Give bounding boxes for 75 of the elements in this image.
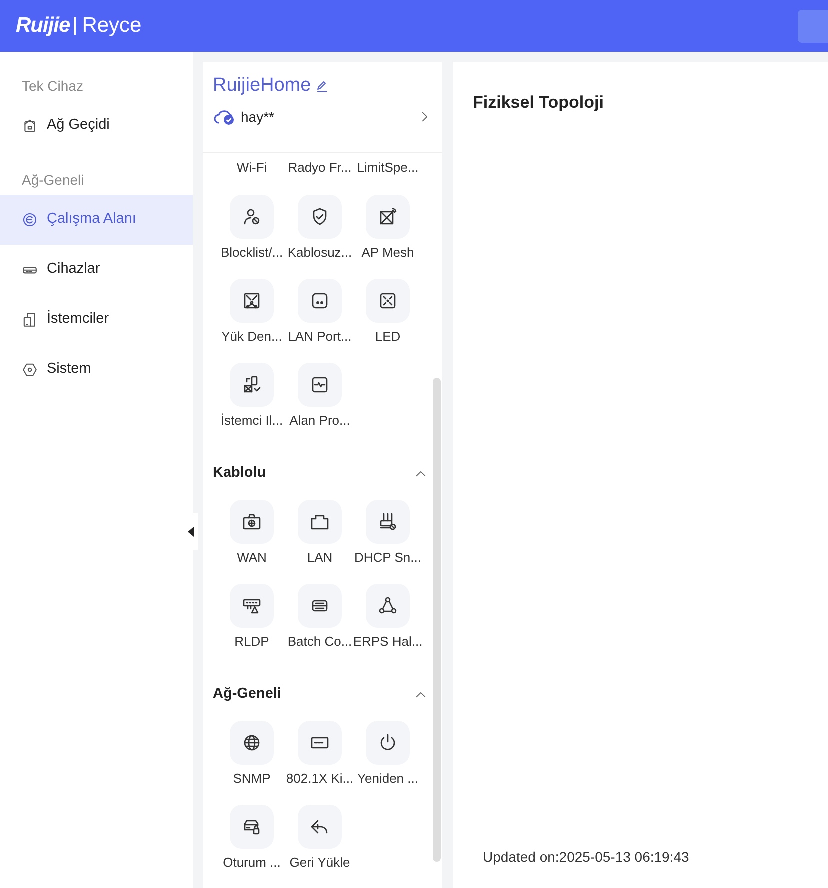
tool-label: LimitSpe... — [356, 159, 420, 177]
edit-icon — [315, 78, 330, 94]
sidebar-item[interactable]: Çalışma Alanı — [0, 195, 193, 245]
tool-label: AP Mesh — [362, 244, 414, 262]
triangle-left-icon — [188, 526, 194, 536]
tool-button[interactable] — [298, 363, 342, 407]
sidebar-item[interactable]: Cihazlar — [0, 245, 193, 295]
tool-label: SNMP — [233, 770, 271, 788]
tool-label: Kablosuz... — [288, 244, 352, 262]
person-block-icon — [242, 207, 262, 227]
account-name: hay** — [241, 108, 276, 127]
tool-button[interactable] — [298, 584, 342, 628]
tool-button[interactable] — [298, 500, 342, 544]
tool-label: Oturum ... — [223, 854, 281, 872]
tool-button[interactable] — [230, 195, 274, 239]
tool-button[interactable] — [366, 721, 410, 765]
tool-label: DHCP Sn... — [354, 549, 422, 567]
tool-label: Batch Co... — [288, 633, 352, 651]
tool-label: Radyo Fr... — [287, 159, 353, 177]
tool-label: Wi-Fi — [236, 159, 268, 177]
tool-button[interactable] — [366, 279, 410, 323]
globe-box-icon — [242, 512, 262, 532]
section-title: Tek Cihaz — [21, 77, 84, 96]
tool-button[interactable] — [230, 279, 274, 323]
ring-nodes-icon — [378, 596, 398, 616]
product-logo: Reyce — [74, 17, 142, 35]
tool-label: LAN Port... — [288, 328, 352, 346]
page-title: Fiziksel Topoloji — [473, 92, 605, 114]
router-block-icon — [378, 512, 398, 532]
tool-button[interactable] — [366, 195, 410, 239]
phone-arrows-icon — [242, 375, 262, 395]
tool-button[interactable] — [230, 721, 274, 765]
tool-button[interactable] — [230, 363, 274, 407]
network-name: RuijieHome — [213, 74, 312, 98]
tool-label: İstemci Il... — [220, 412, 284, 430]
tool-label: Alan Pro... — [290, 412, 350, 430]
group-title: Ağ-Geneli — [213, 685, 282, 704]
sidebar-item[interactable]: Sistem — [0, 345, 193, 395]
power-icon — [378, 733, 398, 753]
tool-button[interactable] — [230, 805, 274, 849]
tool-label: Geri Yükle — [290, 854, 350, 872]
section-title: Ağ-Geneli — [21, 171, 86, 190]
updated-text: Updated on:2025-05-13 06:19:43 — [482, 848, 690, 867]
tool-button[interactable] — [298, 805, 342, 849]
tool-label: RLDP — [234, 633, 270, 651]
group-title: Kablolu — [213, 464, 266, 484]
sidebar-item[interactable]: Ağ Geçidi — [0, 101, 193, 151]
tool-label: WAN — [237, 549, 267, 567]
antenna-box-icon — [378, 207, 398, 227]
tool-label: Blocklist/... — [220, 244, 284, 262]
tool-button[interactable] — [298, 721, 342, 765]
sidebar-item[interactable]: İstemciler — [0, 295, 193, 345]
tool-button[interactable] — [230, 584, 274, 628]
house-icon — [22, 118, 38, 134]
cloud-check-icon — [213, 108, 237, 126]
pulse-monitor-icon — [310, 375, 330, 395]
tool-button[interactable] — [230, 500, 274, 544]
tool-button[interactable] — [366, 500, 410, 544]
tablet-icon — [22, 312, 38, 328]
tool-label: LED — [375, 328, 401, 346]
tool-button[interactable] — [366, 584, 410, 628]
tool-button[interactable] — [298, 279, 342, 323]
network-node-icon — [242, 291, 262, 311]
hexagon-icon — [22, 362, 38, 378]
brand-logo: Ruijie — [16, 13, 70, 40]
tool-label: Yük Den... — [222, 328, 282, 346]
led-icon — [378, 291, 398, 311]
port-icon — [310, 291, 330, 311]
tool-label: 802.1X Ki... — [286, 770, 354, 788]
scrollbar-thumb[interactable] — [433, 378, 441, 862]
globe-icon — [242, 733, 262, 753]
tool-label: ERPS Hal... — [353, 633, 423, 651]
tool-label: LAN — [307, 549, 333, 567]
tool-label: Yeniden ... — [358, 770, 418, 788]
tool-button[interactable] — [298, 195, 342, 239]
